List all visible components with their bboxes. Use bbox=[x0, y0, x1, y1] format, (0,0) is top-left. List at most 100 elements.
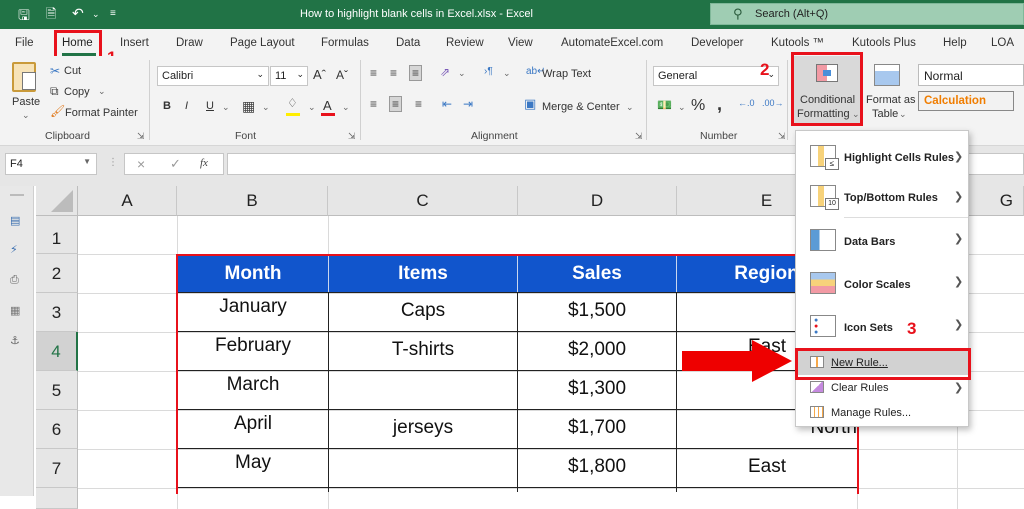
menu-item-clear-rules[interactable]: Clear Rules ❯ bbox=[796, 377, 970, 399]
text-direction-icon[interactable]: ›¶ bbox=[484, 66, 493, 77]
menu-item-manage-rules[interactable]: Manage Rules... bbox=[796, 402, 970, 424]
column-header-b[interactable]: B bbox=[177, 186, 328, 216]
tab-insert[interactable]: Insert bbox=[120, 37, 149, 49]
format-painter-button[interactable]: Format Painter bbox=[65, 107, 138, 119]
align-right-icon[interactable]: ≡ bbox=[415, 97, 422, 111]
percent-style-button[interactable]: % bbox=[691, 97, 705, 115]
tab-automateexcel[interactable]: AutomateExcel.com bbox=[561, 37, 663, 49]
alignment-launcher-icon[interactable]: ⇲ bbox=[635, 131, 643, 142]
font-color-dropdown-icon[interactable]: ⌄ bbox=[342, 102, 350, 113]
font-name-dropdown[interactable]: Calibri ⌄ bbox=[157, 66, 269, 86]
cell-month[interactable]: February bbox=[178, 335, 328, 357]
font-color-icon[interactable]: A bbox=[323, 98, 332, 113]
middle-align-icon[interactable]: ≡ bbox=[390, 66, 397, 80]
tab-loa[interactable]: LOA bbox=[991, 37, 1014, 49]
italic-button[interactable]: I bbox=[185, 100, 188, 112]
print-preview-icon[interactable]: 🗎 bbox=[46, 5, 56, 27]
print-icon[interactable]: ⎙ bbox=[10, 274, 19, 287]
font-size-dropdown[interactable]: 11 ⌄ bbox=[270, 66, 308, 86]
decrease-decimal-icon[interactable]: .00→ bbox=[762, 98, 784, 108]
tab-home[interactable]: Home bbox=[62, 37, 93, 49]
accounting-dropdown-icon[interactable]: ⌄ bbox=[678, 102, 686, 113]
collapse-icon[interactable] bbox=[10, 194, 24, 196]
insert-function-icon[interactable]: fx bbox=[200, 157, 208, 169]
cell-month[interactable]: January bbox=[178, 296, 328, 318]
format-as-table-label-2[interactable]: Table bbox=[872, 108, 898, 120]
column-header-c[interactable]: C bbox=[328, 186, 518, 216]
search-box[interactable]: ⚲ Search (Alt+Q) bbox=[710, 3, 1024, 25]
fill-color-dropdown-icon[interactable]: ⌄ bbox=[308, 102, 316, 113]
underline-dropdown-icon[interactable]: ⌄ bbox=[222, 102, 230, 113]
bold-button[interactable]: B bbox=[163, 100, 171, 112]
save-icon[interactable]: 🖫 bbox=[18, 5, 30, 29]
row-header-4[interactable]: 4 bbox=[36, 332, 78, 371]
tab-kutools[interactable]: Kutools ™ bbox=[771, 37, 824, 49]
orientation-icon[interactable]: ⇗ bbox=[440, 65, 450, 79]
format-as-table-label-1[interactable]: Format as bbox=[866, 94, 916, 106]
paste-button[interactable]: Paste bbox=[12, 96, 40, 108]
wrap-text-button[interactable]: Wrap Text bbox=[542, 68, 591, 80]
cut-button[interactable]: Cut bbox=[64, 65, 81, 77]
fill-color-icon[interactable]: ♢ bbox=[287, 96, 298, 110]
tab-page-layout[interactable]: Page Layout bbox=[230, 37, 295, 49]
table-icon[interactable]: ▤ bbox=[10, 214, 20, 227]
customize-icon[interactable]: ≡ bbox=[110, 8, 116, 19]
tab-view[interactable]: View bbox=[508, 37, 533, 49]
cell-month[interactable]: March bbox=[178, 374, 328, 396]
style-normal[interactable]: Normal bbox=[918, 64, 1024, 86]
tab-file[interactable]: File bbox=[15, 37, 34, 49]
paste-dropdown-icon[interactable]: ⌄ bbox=[22, 110, 30, 121]
menu-item-top-bottom-rules[interactable]: 10 Top/Bottom Rules ❯ bbox=[796, 177, 970, 217]
column-header-a[interactable]: A bbox=[78, 186, 177, 216]
tab-formulas[interactable]: Formulas bbox=[321, 37, 369, 49]
copy-dropdown-icon[interactable]: ⌄ bbox=[98, 86, 106, 97]
tab-review[interactable]: Review bbox=[446, 37, 484, 49]
menu-item-highlight-cells-rules[interactable]: ≤ Highlight Cells Rules ❯ bbox=[796, 137, 970, 177]
comma-style-button[interactable]: , bbox=[717, 94, 722, 115]
cell-sales[interactable]: $1,300 bbox=[518, 378, 676, 400]
find-icon[interactable]: ⚓ bbox=[10, 334, 20, 347]
borders-icon[interactable]: ▦ bbox=[242, 98, 255, 115]
underline-button[interactable]: U bbox=[206, 100, 214, 112]
clipboard-launcher-icon[interactable]: ⇲ bbox=[137, 131, 145, 142]
orientation-dropdown-icon[interactable]: ⌄ bbox=[458, 68, 466, 79]
column-header-d[interactable]: D bbox=[518, 186, 677, 216]
cell-region[interactable]: East bbox=[677, 456, 857, 478]
select-all-corner[interactable] bbox=[36, 186, 78, 216]
cell-items[interactable]: Caps bbox=[329, 300, 517, 322]
name-box[interactable]: F4 ▼ bbox=[5, 153, 97, 175]
copy-button[interactable]: Copy bbox=[64, 86, 90, 98]
row-header-5[interactable]: 5 bbox=[36, 371, 78, 410]
menu-item-color-scales[interactable]: Color Scales ❯ bbox=[796, 264, 970, 304]
increase-indent-icon[interactable]: ⇥ bbox=[463, 97, 473, 111]
merge-dropdown-icon[interactable]: ⌄ bbox=[626, 102, 634, 113]
tab-help[interactable]: Help bbox=[943, 37, 967, 49]
bottom-align-icon[interactable]: ≡ bbox=[409, 65, 423, 81]
decrease-font-size-icon[interactable]: Aˇ bbox=[336, 68, 348, 82]
row-header-1[interactable]: 1 bbox=[36, 216, 78, 254]
cell-sales[interactable]: $2,000 bbox=[518, 339, 676, 361]
menu-item-icon-sets[interactable]: ● ● ● Icon Sets ❯ bbox=[796, 307, 970, 347]
text-direction-dropdown-icon[interactable]: ⌄ bbox=[503, 68, 511, 79]
conditional-formatting-button[interactable]: Conditional Formatting ⌄ bbox=[794, 56, 860, 126]
decrease-indent-icon[interactable]: ⇤ bbox=[442, 97, 452, 111]
cell-sales[interactable]: $1,500 bbox=[518, 300, 676, 322]
cell-sales[interactable]: $1,700 bbox=[518, 417, 676, 439]
cell-items[interactable]: jerseys bbox=[329, 417, 517, 439]
tab-data[interactable]: Data bbox=[396, 37, 420, 49]
merge-center-button[interactable]: Merge & Center bbox=[542, 101, 620, 113]
cell-items[interactable]: T-shirts bbox=[329, 339, 517, 361]
align-left-icon[interactable]: ≡ bbox=[370, 97, 377, 111]
borders-dropdown-icon[interactable]: ⌄ bbox=[262, 102, 270, 113]
cell-sales[interactable]: $1,800 bbox=[518, 456, 676, 478]
undo-dropdown-icon[interactable]: ⌄ bbox=[92, 9, 100, 20]
enter-icon[interactable]: ✓ bbox=[170, 156, 181, 172]
top-align-icon[interactable]: ≡ bbox=[370, 66, 377, 80]
row-header-2[interactable]: 2 bbox=[36, 254, 78, 293]
cancel-icon[interactable]: × bbox=[137, 156, 145, 172]
font-launcher-icon[interactable]: ⇲ bbox=[348, 131, 356, 142]
cell-month[interactable]: May bbox=[178, 452, 328, 474]
columns-icon[interactable]: ▦ bbox=[10, 304, 20, 317]
row-header-8[interactable] bbox=[36, 488, 78, 509]
menu-item-new-rule[interactable]: New Rule... bbox=[798, 351, 968, 375]
